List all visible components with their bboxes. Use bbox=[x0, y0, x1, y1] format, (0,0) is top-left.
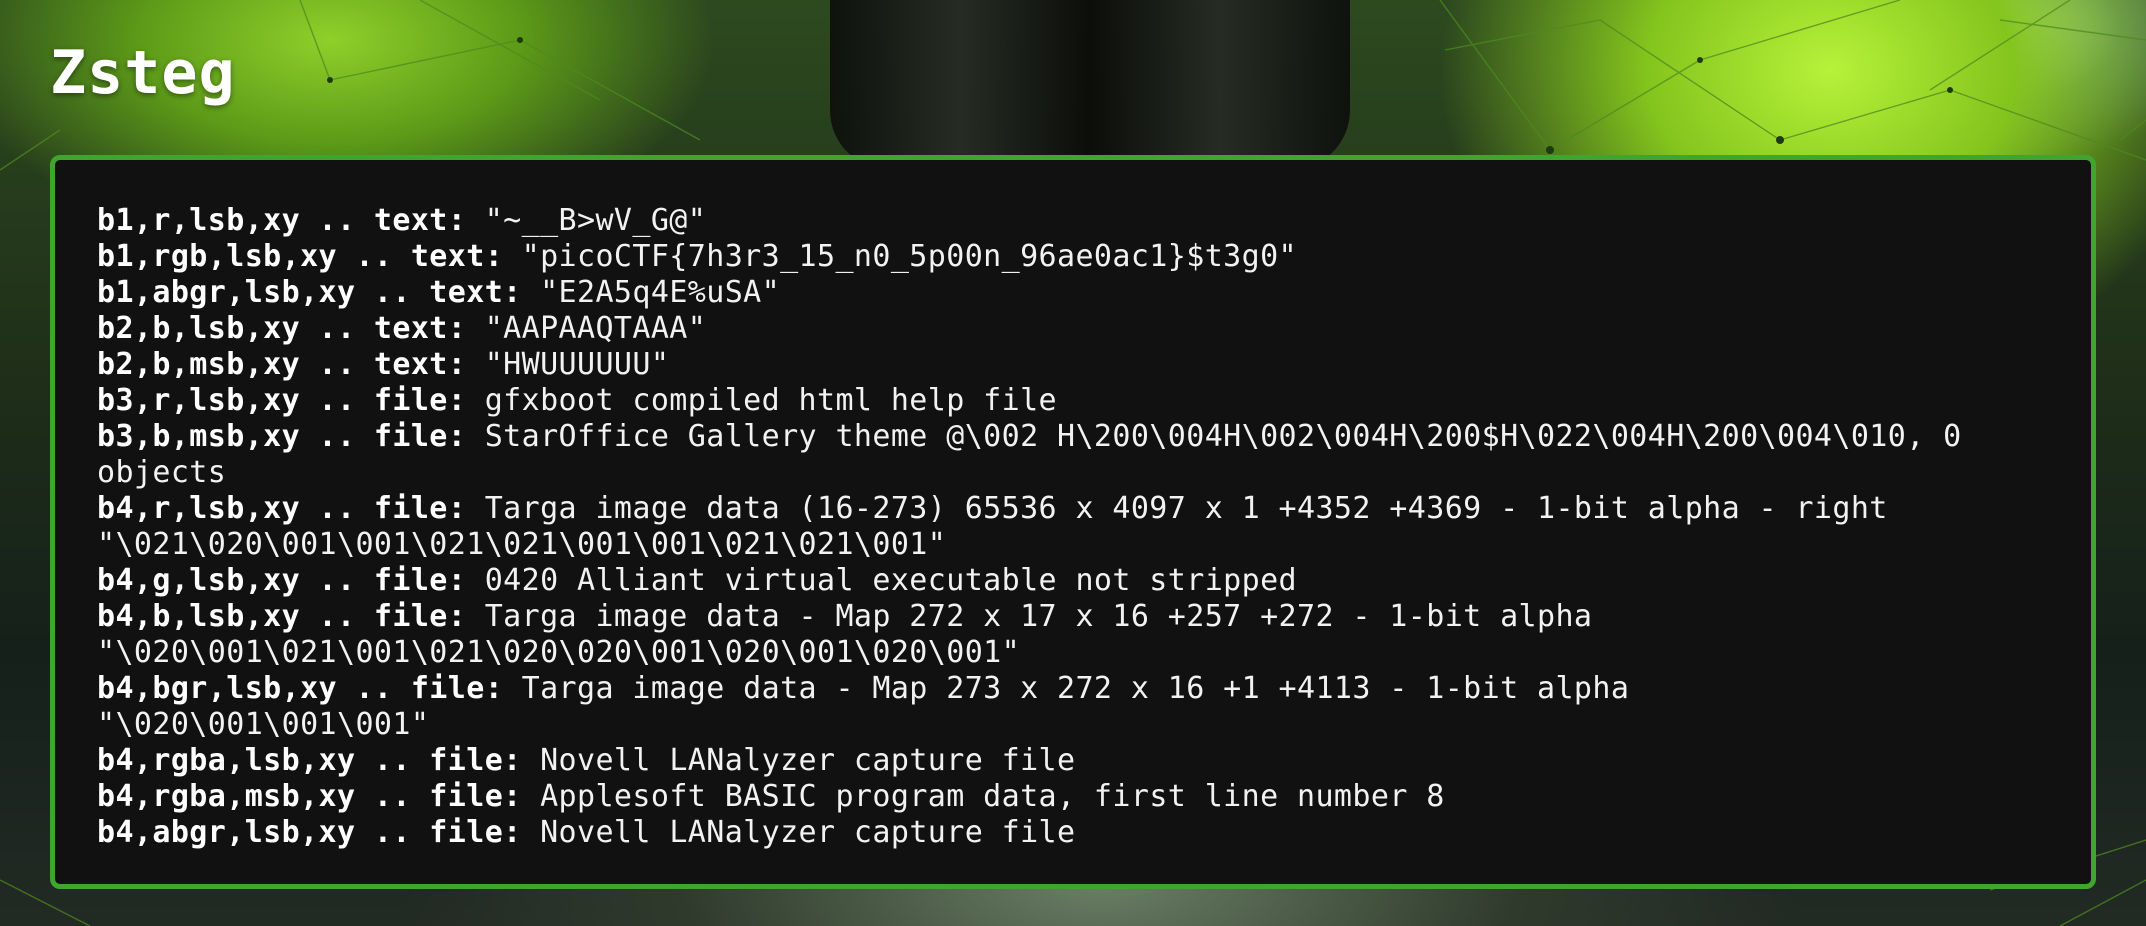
output-value: Novell LANalyzer capture file bbox=[521, 743, 1076, 778]
output-line-main: b4,rgba,msb,xy .. file: Applesoft BASIC … bbox=[97, 779, 2051, 815]
output-line-continuation: objects bbox=[97, 455, 227, 490]
output-line-main: b4,g,lsb,xy .. file: 0420 Alliant virtua… bbox=[97, 563, 2051, 599]
output-line-continuation: "\021\020\001\001\021\021\001\001\021\02… bbox=[97, 527, 947, 562]
output-key: b4,abgr,lsb,xy .. file: bbox=[97, 815, 522, 850]
zsteg-output-list: b1,r,lsb,xy .. text: "~__B>wV_G@" b1,rgb,… bbox=[97, 203, 2051, 851]
output-value: StarOffice Gallery theme @\002 H\200\004… bbox=[466, 419, 1962, 454]
output-line: b4,b,lsb,xy .. file: Targa image data - … bbox=[97, 599, 2051, 671]
output-key: b3,b,msb,xy .. file: bbox=[97, 419, 467, 454]
output-value: Targa image data - Map 273 x 272 x 16 +1… bbox=[503, 671, 1630, 706]
output-line: b3,r,lsb,xy .. file: gfxboot compiled ht… bbox=[97, 383, 2051, 419]
output-line-main: b1,r,lsb,xy .. text: "~__B>wV_G@" bbox=[97, 203, 2051, 239]
output-value: "AAPAAQTAAA" bbox=[466, 311, 707, 346]
output-line: b4,abgr,lsb,xy .. file: Novell LANalyzer… bbox=[97, 815, 2051, 851]
output-value: "E2A5q4E%uSA" bbox=[521, 275, 781, 310]
output-line: b1,abgr,lsb,xy .. text: "E2A5q4E%uSA" bbox=[97, 275, 2051, 311]
output-value: Applesoft BASIC program data, first line… bbox=[521, 779, 1445, 814]
output-key: b4,b,lsb,xy .. file: bbox=[97, 599, 467, 634]
output-line-main: b2,b,msb,xy .. text: "HWUUUUUU" bbox=[97, 347, 2051, 383]
output-line-main: b2,b,lsb,xy .. text: "AAPAAQTAAA" bbox=[97, 311, 2051, 347]
output-line: b4,rgba,lsb,xy .. file: Novell LANalyzer… bbox=[97, 743, 2051, 779]
output-key: b2,b,lsb,xy .. text: bbox=[97, 311, 467, 346]
output-key: b4,r,lsb,xy .. file: bbox=[97, 491, 467, 526]
output-key: b1,rgb,lsb,xy .. text: bbox=[97, 239, 504, 274]
output-value: 0420 Alliant virtual executable not stri… bbox=[466, 563, 1298, 598]
output-line: b1,r,lsb,xy .. text: "~__B>wV_G@" bbox=[97, 203, 2051, 239]
output-line: b1,rgb,lsb,xy .. text: "picoCTF{7h3r3_15… bbox=[97, 239, 2051, 275]
output-line-continuation: "\020\001\001\001" bbox=[97, 707, 430, 742]
output-line-main: b3,b,msb,xy .. file: StarOffice Gallery … bbox=[97, 419, 2051, 455]
output-line-main: b3,r,lsb,xy .. file: gfxboot compiled ht… bbox=[97, 383, 2051, 419]
output-line-main: b4,bgr,lsb,xy .. file: Targa image data … bbox=[97, 671, 2051, 707]
page-title: Zsteg bbox=[50, 38, 236, 108]
output-line: b2,b,lsb,xy .. text: "AAPAAQTAAA" bbox=[97, 311, 2051, 347]
output-line-main: b1,rgb,lsb,xy .. text: "picoCTF{7h3r3_15… bbox=[97, 239, 2051, 275]
output-key: b1,abgr,lsb,xy .. text: bbox=[97, 275, 522, 310]
output-key: b4,rgba,msb,xy .. file: bbox=[97, 779, 522, 814]
output-line-main: b4,abgr,lsb,xy .. file: Novell LANalyzer… bbox=[97, 815, 2051, 851]
output-line: b2,b,msb,xy .. text: "HWUUUUUU" bbox=[97, 347, 2051, 383]
output-line: b4,r,lsb,xy .. file: Targa image data (1… bbox=[97, 491, 2051, 563]
output-value: "~__B>wV_G@" bbox=[466, 203, 707, 238]
output-line-main: b4,rgba,lsb,xy .. file: Novell LANalyzer… bbox=[97, 743, 2051, 779]
output-value: "picoCTF{7h3r3_15_n0_5p00n_96ae0ac1}$t3g… bbox=[503, 239, 1298, 274]
output-line-continuation: "\020\001\021\001\021\020\020\001\020\00… bbox=[97, 635, 1021, 670]
output-key: b1,r,lsb,xy .. text: bbox=[97, 203, 467, 238]
output-line-main: b4,b,lsb,xy .. file: Targa image data - … bbox=[97, 599, 2051, 635]
output-key: b4,g,lsb,xy .. file: bbox=[97, 563, 467, 598]
terminal-output-panel: b1,r,lsb,xy .. text: "~__B>wV_G@" b1,rgb,… bbox=[50, 155, 2096, 889]
output-line: b4,rgba,msb,xy .. file: Applesoft BASIC … bbox=[97, 779, 2051, 815]
output-line-main: b4,r,lsb,xy .. file: Targa image data (1… bbox=[97, 491, 2051, 527]
output-line: b3,b,msb,xy .. file: StarOffice Gallery … bbox=[97, 419, 2051, 491]
output-key: b4,bgr,lsb,xy .. file: bbox=[97, 671, 504, 706]
output-value: Targa image data (16-273) 65536 x 4097 x… bbox=[466, 491, 1888, 526]
output-value: Novell LANalyzer capture file bbox=[521, 815, 1076, 850]
output-key: b3,r,lsb,xy .. file: bbox=[97, 383, 467, 418]
output-line: b4,g,lsb,xy .. file: 0420 Alliant virtua… bbox=[97, 563, 2051, 599]
output-line: b4,bgr,lsb,xy .. file: Targa image data … bbox=[97, 671, 2051, 743]
output-key: b2,b,msb,xy .. text: bbox=[97, 347, 467, 382]
output-value: Targa image data - Map 272 x 17 x 16 +25… bbox=[466, 599, 1593, 634]
output-value: gfxboot compiled html help file bbox=[466, 383, 1058, 418]
output-line-main: b1,abgr,lsb,xy .. text: "E2A5q4E%uSA" bbox=[97, 275, 2051, 311]
output-key: b4,rgba,lsb,xy .. file: bbox=[97, 743, 522, 778]
output-value: "HWUUUUUU" bbox=[466, 347, 670, 382]
